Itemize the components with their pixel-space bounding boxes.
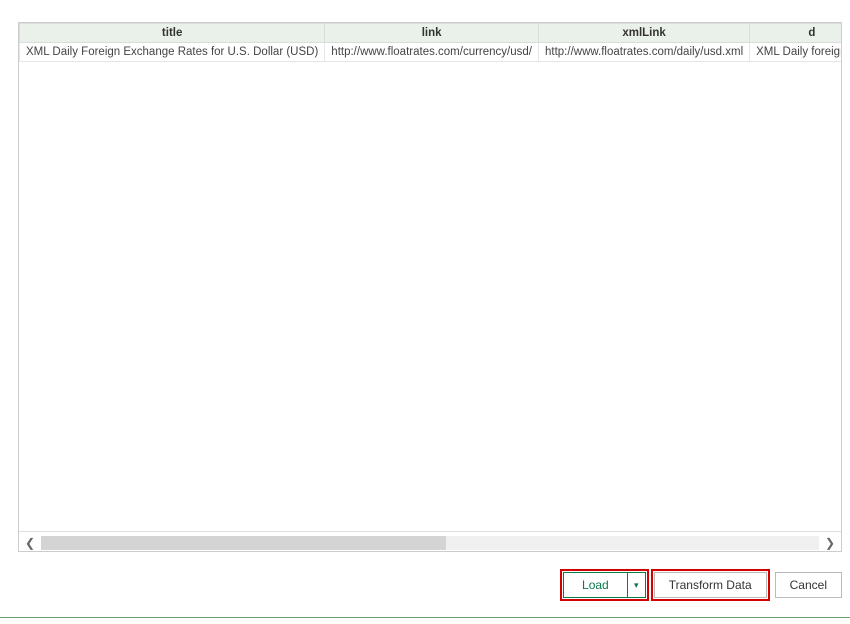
preview-table: title link xmlLink d XML Daily Foreign E… [19, 23, 841, 62]
scroll-left-arrow-icon[interactable]: ❮ [19, 533, 41, 553]
col-header-d[interactable]: d [750, 24, 841, 43]
data-table-viewport: title link xmlLink d XML Daily Foreign E… [19, 23, 841, 531]
scroll-thumb[interactable] [41, 536, 446, 550]
col-header-title[interactable]: title [20, 24, 325, 43]
dialog-button-row: Load ▾ Transform Data Cancel [563, 572, 842, 598]
table-row[interactable]: XML Daily Foreign Exchange Rates for U.S… [20, 43, 842, 62]
cell-d: XML Daily foreign exc [750, 43, 841, 62]
load-button[interactable]: Load [564, 573, 627, 597]
load-split-button[interactable]: Load ▾ [563, 572, 646, 598]
data-preview-frame: title link xmlLink d XML Daily Foreign E… [18, 22, 842, 552]
horizontal-scrollbar[interactable]: ❮ ❯ [19, 531, 841, 552]
col-header-xmllink[interactable]: xmlLink [539, 24, 750, 43]
chevron-down-icon: ▾ [634, 580, 639, 591]
cell-link: http://www.floatrates.com/currency/usd/ [325, 43, 539, 62]
col-header-link[interactable]: link [325, 24, 539, 43]
cancel-button[interactable]: Cancel [775, 572, 842, 598]
scroll-right-arrow-icon[interactable]: ❯ [819, 533, 841, 553]
load-dropdown-toggle[interactable]: ▾ [627, 573, 645, 597]
cell-xmllink: http://www.floatrates.com/daily/usd.xml [539, 43, 750, 62]
cell-title: XML Daily Foreign Exchange Rates for U.S… [20, 43, 325, 62]
bottom-divider [0, 617, 850, 618]
transform-data-button[interactable]: Transform Data [654, 572, 767, 598]
header-row: title link xmlLink d [20, 24, 842, 43]
scroll-track[interactable] [41, 536, 819, 550]
